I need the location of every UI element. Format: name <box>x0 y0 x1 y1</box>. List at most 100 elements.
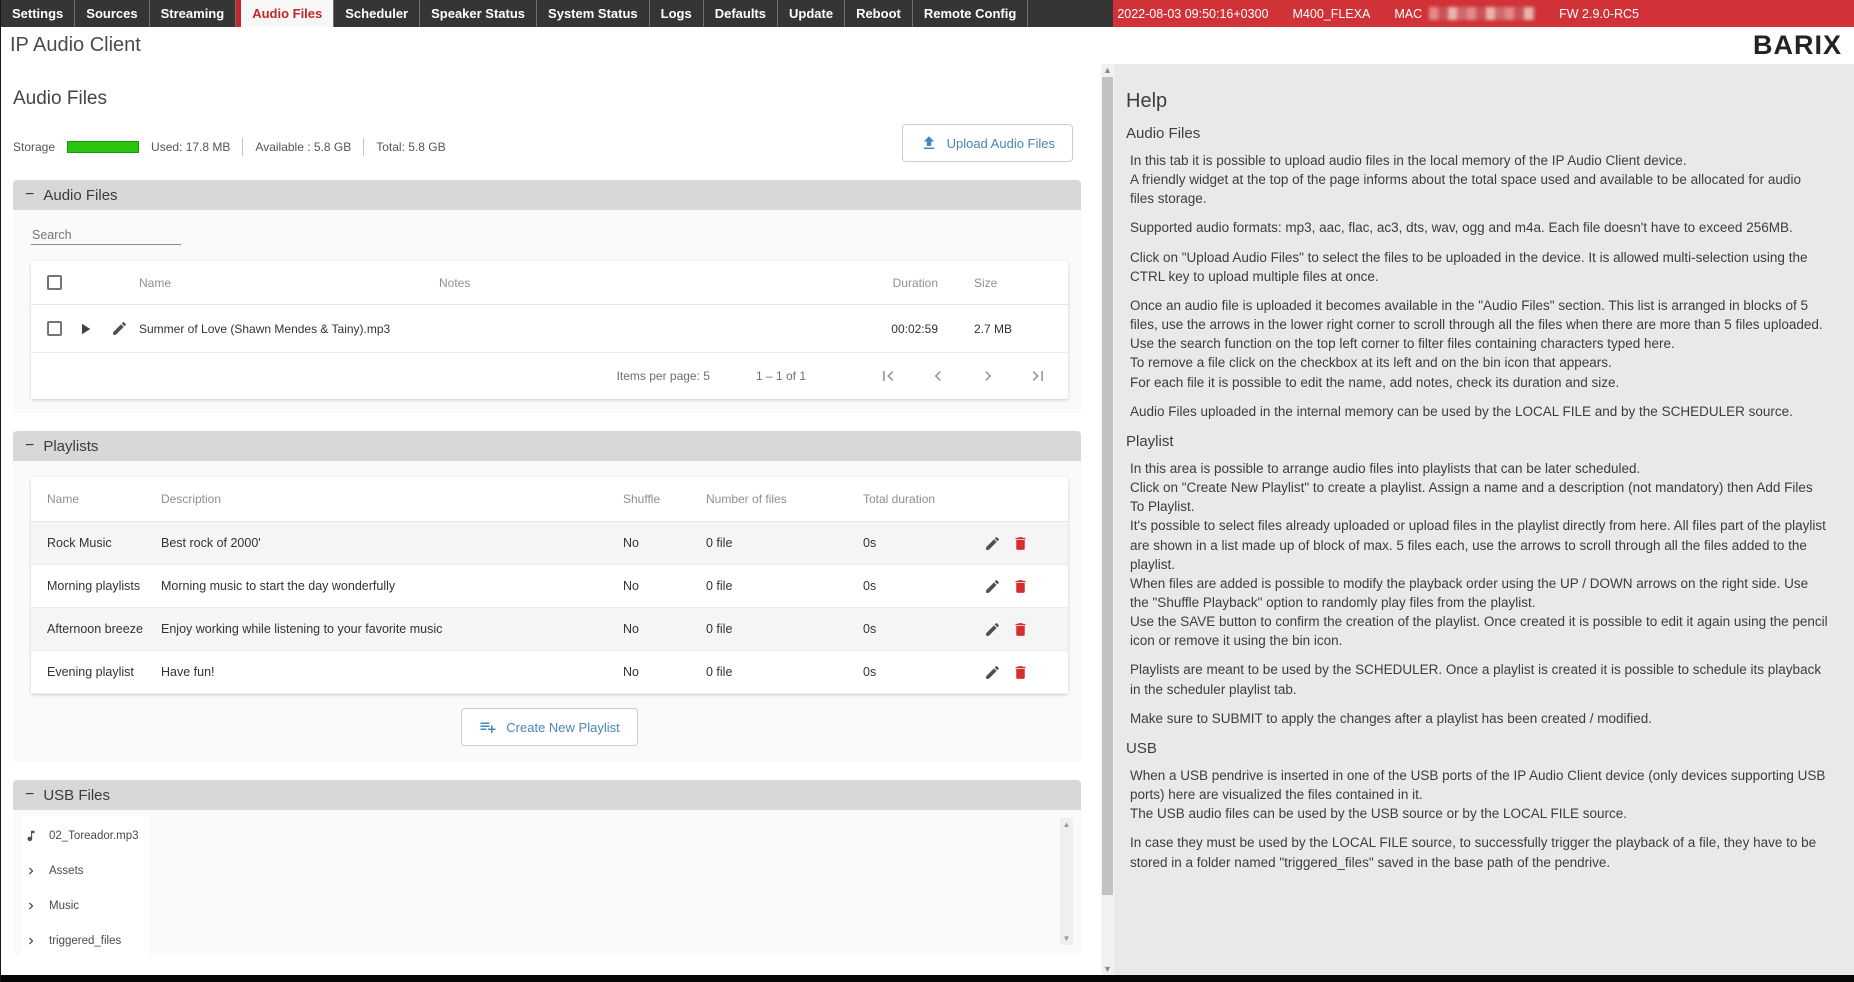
edit-pencil-icon[interactable] <box>984 578 1001 595</box>
help-paragraph: Make sure to SUBMIT to apply the changes… <box>1130 709 1828 728</box>
playlist-actions <box>984 621 1068 638</box>
help-paragraph: Playlists are meant to be used by the SC… <box>1130 660 1828 698</box>
playlist-total-duration: 0s <box>863 536 984 550</box>
next-page-icon[interactable] <box>978 366 998 386</box>
edit-pencil-icon[interactable] <box>984 621 1001 638</box>
audio-files-section-header[interactable]: − Audio Files <box>13 180 1081 210</box>
help-section-heading: Audio Files <box>1126 125 1828 142</box>
items-per-page[interactable]: Items per page: 5 <box>617 369 710 383</box>
collapse-icon[interactable]: − <box>25 437 34 455</box>
usb-files-section-header[interactable]: − USB Files <box>13 780 1081 810</box>
delete-bin-icon[interactable] <box>1012 578 1029 595</box>
playlists-section-title: Playlists <box>43 438 98 455</box>
edit-pencil-icon[interactable] <box>984 664 1001 681</box>
usb-folders: Assets Music triggered_files <box>23 853 139 958</box>
collapse-icon[interactable]: − <box>25 786 34 804</box>
playlist-number-of-files: 0 file <box>706 665 863 679</box>
tab-speaker-status[interactable]: Speaker Status <box>420 0 537 27</box>
app-header: IP Audio Client BARIX <box>1 27 1854 64</box>
chevron-right-icon[interactable] <box>23 899 39 913</box>
delete-bin-icon[interactable] <box>1012 664 1029 681</box>
playlist-shuffle: No <box>623 665 706 679</box>
tab-remote-config[interactable]: Remote Config <box>913 0 1028 27</box>
tab-scheduler[interactable]: Scheduler <box>334 0 420 27</box>
chevron-right-icon[interactable] <box>23 864 39 878</box>
playlist-name: Morning playlists <box>47 579 161 593</box>
column-shuffle: Shuffle <box>623 492 706 506</box>
status-mac: MAC <box>1394 7 1535 21</box>
scrollbar-thumb[interactable] <box>1102 77 1113 895</box>
usb-folder-name: triggered_files <box>49 935 121 947</box>
usb-file-tree: 02_Toreador.mp3 Assets Music triggered_f… <box>21 816 149 966</box>
playlist-shuffle: No <box>623 622 706 636</box>
playlist-description: Enjoy working while listening to your fa… <box>161 622 623 636</box>
usb-file-item[interactable]: 02_Toreador.mp3 <box>23 818 139 853</box>
row-checkbox[interactable] <box>47 321 62 336</box>
tab-logs[interactable]: Logs <box>650 0 704 27</box>
scroll-down-icon[interactable]: ▼ <box>1101 963 1114 975</box>
main-scrollbar[interactable]: ▲ ▼ <box>1101 64 1114 975</box>
scroll-down-icon[interactable]: ▼ <box>1060 934 1073 943</box>
audio-table-rows: Summer of Love (Shawn Mendes & Tainy).mp… <box>31 305 1068 353</box>
status-datetime: 2022-08-03 09:50:16+0300 <box>1117 7 1268 21</box>
tab-streaming[interactable]: Streaming <box>150 0 237 27</box>
usb-folder-item[interactable]: Assets <box>23 853 139 888</box>
first-page-icon[interactable] <box>878 366 898 386</box>
toolbar: Storage Used: 17.8 MB Available : 5.8 GB… <box>13 124 1073 162</box>
usb-folder-item[interactable]: triggered_files <box>23 923 139 958</box>
chevron-right-icon[interactable] <box>23 934 39 948</box>
tab-audio-files[interactable]: Audio Files <box>236 0 334 27</box>
help-paragraphs: In this area is possible to arrange audi… <box>1126 459 1828 728</box>
playlists-section-header[interactable]: − Playlists <box>13 431 1081 461</box>
audio-files-section-title: Audio Files <box>43 187 117 204</box>
last-page-icon[interactable] <box>1028 366 1048 386</box>
help-section: Audio Files In this tab it is possible t… <box>1126 125 1828 421</box>
tab-system-status[interactable]: System Status <box>537 0 650 27</box>
status-firmware: FW 2.9.0-RC5 <box>1559 7 1639 21</box>
create-new-playlist-button[interactable]: Create New Playlist <box>461 708 637 746</box>
music-note-icon <box>23 829 39 843</box>
playlist-description: Best rock of 2000' <box>161 536 623 550</box>
upload-audio-files-button[interactable]: Upload Audio Files <box>902 124 1073 162</box>
storage-available: Available : 5.8 GB <box>255 140 351 154</box>
audio-table-header-row: Name Notes Duration Size <box>31 261 1068 305</box>
status-bar: 2022-08-03 09:50:16+0300 M400_FLEXA MAC … <box>1113 0 1854 27</box>
playlist-shuffle: No <box>623 536 706 550</box>
tab-settings[interactable]: Settings <box>1 0 75 27</box>
tab-reboot[interactable]: Reboot <box>845 0 913 27</box>
playlist-name: Rock Music <box>47 536 161 550</box>
usb-scrollbar[interactable]: ▲ ▼ <box>1060 818 1073 945</box>
column-duration: Duration <box>828 276 938 290</box>
tab-sources[interactable]: Sources <box>75 0 149 27</box>
usb-files-section-title: USB Files <box>43 787 110 804</box>
barix-logo: BARIX <box>1753 30 1842 61</box>
help-paragraph: Once an audio file is uploaded it become… <box>1130 296 1828 392</box>
select-all-checkbox[interactable] <box>47 275 62 290</box>
help-title: Help <box>1126 90 1828 113</box>
playlist-row: Morning playlists Morning music to start… <box>31 565 1068 608</box>
help-paragraph: In this tab it is possible to upload aud… <box>1130 151 1828 208</box>
search-input[interactable] <box>31 226 181 245</box>
play-icon[interactable] <box>71 320 99 338</box>
edit-pencil-icon[interactable] <box>99 320 139 337</box>
collapse-icon[interactable]: − <box>25 186 34 204</box>
scroll-up-icon[interactable]: ▲ <box>1101 64 1114 76</box>
playlist-actions <box>984 578 1068 595</box>
help-section-heading: Playlist <box>1126 433 1828 450</box>
edit-pencil-icon[interactable] <box>984 535 1001 552</box>
playlist-row: Afternoon breeze Enjoy working while lis… <box>31 608 1068 651</box>
playlist-total-duration: 0s <box>863 665 984 679</box>
previous-page-icon[interactable] <box>928 366 948 386</box>
tab-update[interactable]: Update <box>778 0 845 27</box>
status-device: M400_FLEXA <box>1293 7 1371 21</box>
playlist-number-of-files: 0 file <box>706 579 863 593</box>
playlist-name: Evening playlist <box>47 665 161 679</box>
usb-folder-item[interactable]: Music <box>23 888 139 923</box>
help-sections: Audio Files In this tab it is possible t… <box>1126 125 1828 872</box>
delete-bin-icon[interactable] <box>1012 535 1029 552</box>
storage-label: Storage <box>13 140 55 154</box>
tab-defaults[interactable]: Defaults <box>704 0 778 27</box>
playlist-total-duration: 0s <box>863 579 984 593</box>
delete-bin-icon[interactable] <box>1012 621 1029 638</box>
scroll-up-icon[interactable]: ▲ <box>1060 820 1073 829</box>
